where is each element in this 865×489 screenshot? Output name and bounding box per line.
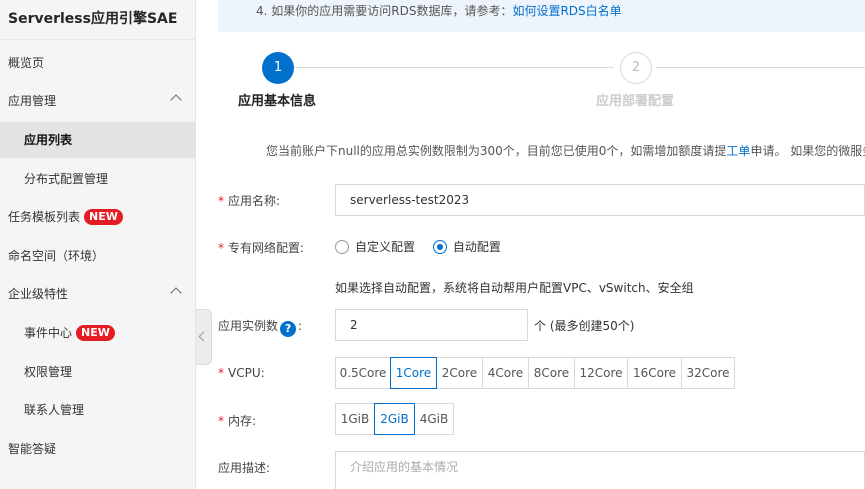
app-name-label: * 应用名称: [218,192,280,209]
memory-option[interactable]: 4GiB [414,403,454,435]
vcpu-options: 0.5Core 1Core 2Core 4Core 8Core 12Core 1… [335,357,735,389]
sidebar-item-task-templates[interactable]: 任务模板列表 NEW [0,199,196,235]
memory-label: * 内存: [218,412,256,429]
notice-text: 4. 如果你的应用需要访问RDS数据库，请参考： [256,4,513,18]
radio-label: 自动配置 [452,240,501,254]
vpc-custom-radio[interactable]: 自定义配置 [335,238,415,255]
memory-options: 1GiB 2GiB 4GiB [335,403,454,435]
step-connector [656,67,865,68]
sidebar-item-namespaces[interactable]: 命名空间（环境） [0,238,196,274]
sidebar-item-event-center[interactable]: 事件中心 NEW [0,315,196,351]
step-1-label: 应用基本信息 [238,94,317,109]
textarea-placeholder: 介绍应用的基本情况 [350,460,459,474]
vcpu-option[interactable]: 32Core [681,357,735,389]
label-text: 专有网络配置: [228,241,305,255]
label-text: VCPU: [228,366,265,380]
radio-circle-icon [335,240,349,254]
sidebar-item-label: 命名空间（环境） [8,249,105,263]
rds-notice: 4. 如果你的应用需要访问RDS数据库，请参考：如何设置RDS白名单 [218,0,865,32]
chevron-up-icon [170,94,182,106]
instances-label: 应用实例数?: [218,317,302,337]
vpc-label: * 专有网络配置: [218,239,304,256]
step-1-indicator: 1 [262,52,294,84]
label-text: 应用实例数 [218,319,279,333]
unit-text: 个 [534,319,547,333]
new-badge: NEW [76,325,115,341]
required-mark: * [218,194,224,208]
sidebar-item-label: 应用列表 [24,133,73,147]
sidebar-item-overview[interactable]: 概览页 [0,45,196,81]
memory-option[interactable]: 1GiB [335,403,375,435]
quota-notice: 您当前账户下null的应用总实例数限制为300个，目前您已使用0个，如需增加额度… [266,142,865,159]
sidebar-item-label: 智能答疑 [8,442,57,456]
sidebar-item-label: 企业级特性 [8,287,69,301]
label-colon: : [298,319,303,333]
new-badge: NEW [84,209,123,225]
label-text: 应用名称: [228,194,281,208]
sidebar: Serverless应用引擎SAE 概览页 应用管理 应用列表 分布式配置管理 … [0,0,196,489]
description-label: 应用描述: [218,461,271,475]
sidebar-collapse-handle[interactable] [196,309,212,365]
required-mark: * [218,241,224,255]
vcpu-label: * VCPU: [218,366,265,380]
step-connector [294,67,614,68]
instances-input[interactable]: 2 [335,309,528,341]
quota-text-tail: 申请。 如果您的微服务应用 [750,144,865,158]
ticket-link[interactable]: 工单 [726,144,750,158]
sidebar-item-label: 权限管理 [24,365,73,379]
help-icon[interactable]: ? [280,321,297,337]
radio-checked-icon [432,240,447,254]
input-value: 2 [350,318,358,332]
required-mark: * [218,366,224,380]
chevron-up-icon [170,287,182,299]
step-2-indicator: 2 [620,52,652,84]
vcpu-option[interactable]: 8Core [528,357,575,389]
vpc-auto-radio[interactable]: 自动配置 [432,238,501,255]
vcpu-option[interactable]: 12Core [574,357,628,389]
app-name-input[interactable]: serverless-test2023 [335,184,865,216]
vcpu-option[interactable]: 1Core [390,357,437,389]
quota-text: 您当前账户下null的应用总实例数限制为300个，目前您已使用0个，如需增加额度… [266,144,727,158]
vpc-radio-group: 自定义配置 自动配置 [335,238,515,255]
sidebar-item-distributed-config[interactable]: 分布式配置管理 [0,161,196,197]
step-2-label: 应用部署配置 [596,94,675,109]
vcpu-option[interactable]: 2Core [436,357,483,389]
sidebar-item-permissions[interactable]: 权限管理 [0,354,196,390]
sidebar-group-app-management[interactable]: 应用管理 [0,83,196,119]
sidebar-item-app-list[interactable]: 应用列表 [0,122,196,158]
sidebar-item-smart-qa[interactable]: 智能答疑 [0,431,196,467]
chevron-left-icon [198,331,209,342]
auto-config-note: 如果选择自动配置，系统将自动帮用户配置VPC、vSwitch、安全组 [335,281,694,295]
sidebar-item-label: 概览页 [8,56,45,70]
rds-whitelist-link[interactable]: 如何设置RDS白名单 [512,4,621,18]
max-text: (最多创建50个) [549,319,635,333]
radio-label: 自定义配置 [355,240,416,254]
product-title: Serverless应用引擎SAE [0,0,195,40]
memory-option[interactable]: 2GiB [374,403,415,435]
vcpu-option[interactable]: 0.5Core [335,357,391,389]
instances-max-note: 个 (最多创建50个) [534,317,634,334]
required-mark: * [218,414,224,428]
sidebar-item-label: 事件中心 [24,326,73,340]
description-textarea[interactable]: 介绍应用的基本情况 [335,451,865,489]
sidebar-item-contacts[interactable]: 联系人管理 [0,392,196,428]
input-value: serverless-test2023 [350,193,470,207]
sidebar-item-label: 应用管理 [8,94,57,108]
vcpu-option[interactable]: 16Core [627,357,682,389]
vcpu-option[interactable]: 4Core [482,357,529,389]
sidebar-item-label: 分布式配置管理 [24,172,109,186]
sidebar-item-label: 任务模板列表 [8,210,81,224]
label-text: 内存: [228,414,257,428]
sidebar-group-enterprise[interactable]: 企业级特性 [0,276,196,312]
sidebar-item-label: 联系人管理 [24,403,85,417]
